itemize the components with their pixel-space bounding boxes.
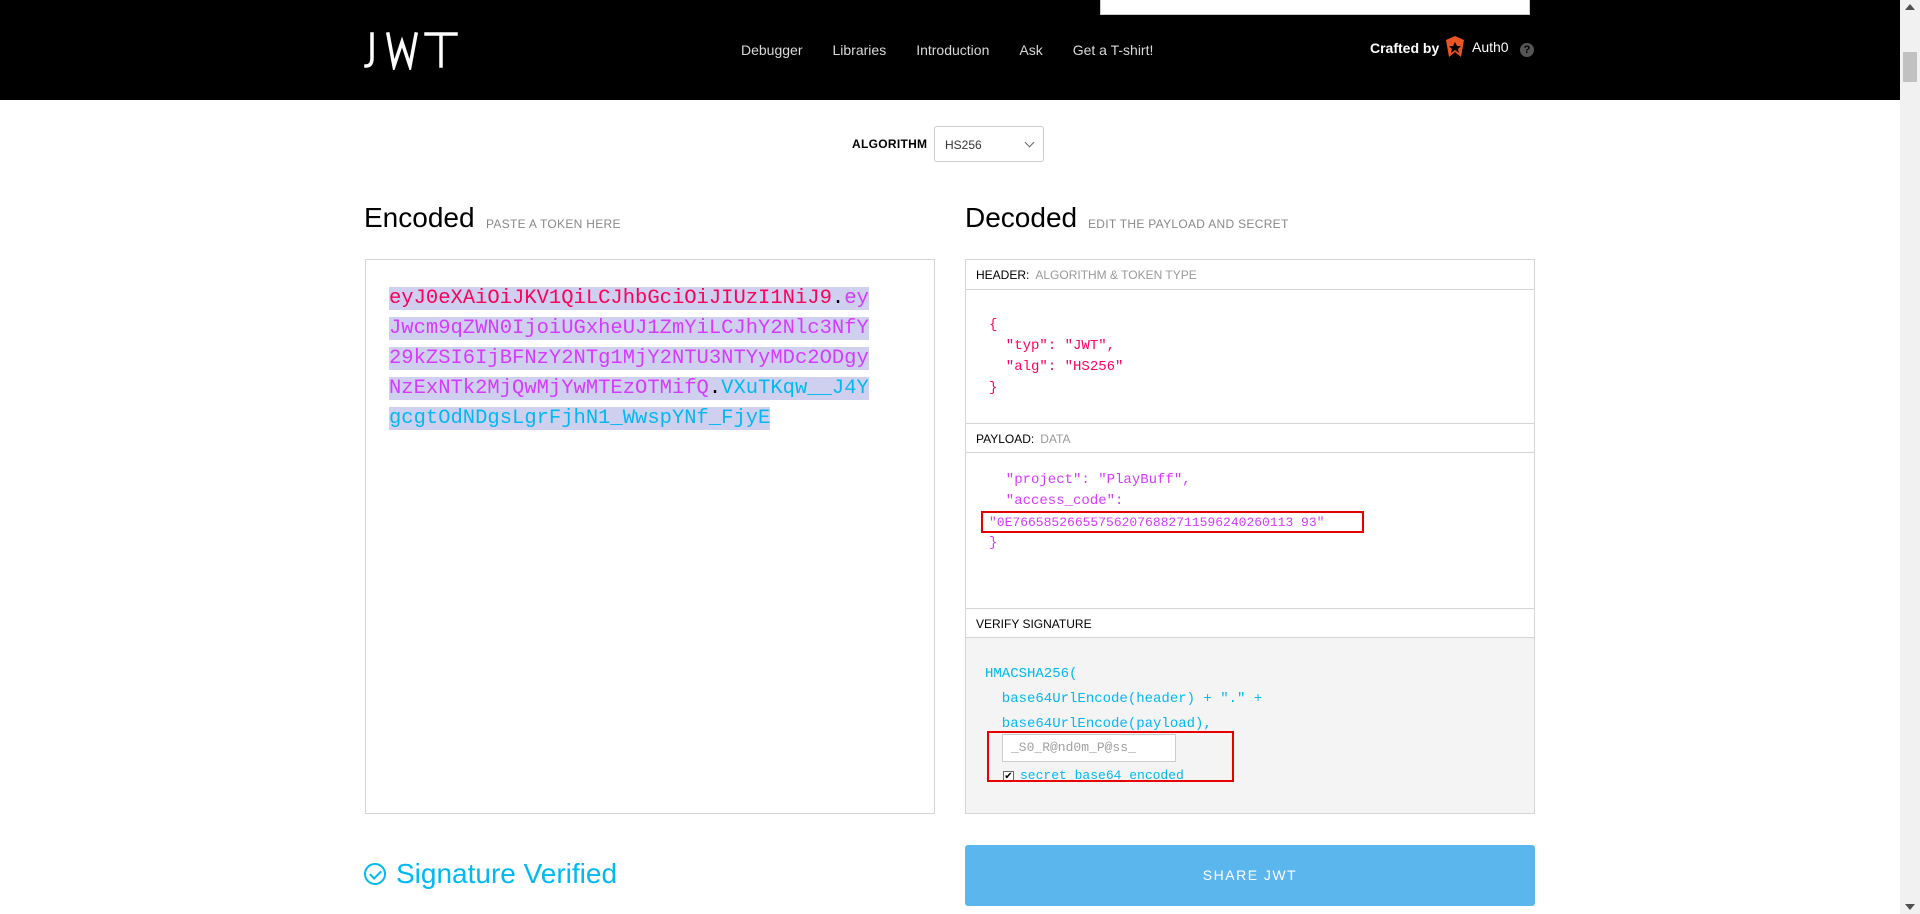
check-circle-icon [364,863,386,885]
chevron-down-icon [1024,137,1035,148]
scroll-thumb[interactable] [1903,52,1917,82]
nav-libraries[interactable]: Libraries [833,42,887,58]
payload-json-line-access-code-key[interactable]: "access_code": [989,491,1124,512]
header-json-editor[interactable]: { "typ": "JWT", "alg": "HS256" } [989,315,1123,399]
highlight-access-code [981,511,1364,533]
token-dot: . [831,287,845,310]
verify-section-title: VERIFY SIGNATURE [966,608,1534,638]
payload-sublabel: DATA [1040,432,1071,446]
encoded-token-text[interactable]: eyJ0eXAiOiJKV1QiLCJhbGciOiJIUzI1NiJ9.eyJ… [389,284,879,434]
header-label: HEADER: [976,268,1030,282]
token-dot: . [708,377,722,400]
payload-label: PAYLOAD: [976,432,1035,446]
payload-json-close[interactable]: } [989,533,997,554]
nav-tshirt[interactable]: Get a T-shirt! [1073,42,1154,58]
auth0-link[interactable]: Auth0 [1444,35,1509,59]
auth0-brand: Auth0 [1472,39,1509,55]
nav-ask[interactable]: Ask [1019,42,1042,58]
verify-label: VERIFY SIGNATURE [976,617,1092,631]
crafted-by-label: Crafted by [1370,40,1440,56]
decoded-subtitle: EDIT THE PAYLOAD AND SECRET [1088,217,1289,231]
page-scrollbar[interactable] [1900,0,1920,914]
header-section-title: HEADER: ALGORITHM & TOKEN TYPE [966,260,1534,290]
jwt-logo[interactable] [364,30,464,70]
algorithm-value: HS256 [945,138,982,152]
verify-line-hmac: HMACSHA256( [985,666,1078,682]
top-navbar: Debugger Libraries Introduction Ask Get … [0,0,1900,100]
scroll-up-icon[interactable] [1905,4,1915,10]
algorithm-select[interactable]: HS256 [934,126,1044,162]
signature-verified-status: Signature Verified [364,858,617,890]
decoded-title: Decoded [965,202,1078,233]
auth0-shield-icon [1446,36,1464,57]
signature-verified-text: Signature Verified [396,858,618,889]
header-sublabel: ALGORITHM & TOKEN TYPE [1035,268,1197,282]
nav-introduction[interactable]: Introduction [916,42,989,58]
payload-section-title: PAYLOAD: DATA [966,423,1534,453]
scroll-down-icon[interactable] [1905,904,1915,910]
encoded-title: Encoded [364,202,475,233]
encoded-subtitle: PASTE A TOKEN HERE [486,217,621,231]
main-nav: Debugger Libraries Introduction Ask Get … [741,42,1183,58]
nav-debugger[interactable]: Debugger [741,42,803,58]
algorithm-label: ALGORITHM [852,137,928,151]
help-icon[interactable]: ? [1520,43,1534,57]
token-header-part: eyJ0eXAiOiJKV1QiLCJhbGciOiJIUzI1NiJ9 [389,287,832,310]
dropdown-overlay [1100,0,1530,15]
verify-line-header: base64UrlEncode(header) + "." + [985,691,1263,707]
highlight-secret [987,731,1234,782]
share-jwt-button[interactable]: SHARE JWT [965,845,1535,906]
payload-json-line-project[interactable]: "project": "PlayBuff", [989,470,1191,491]
